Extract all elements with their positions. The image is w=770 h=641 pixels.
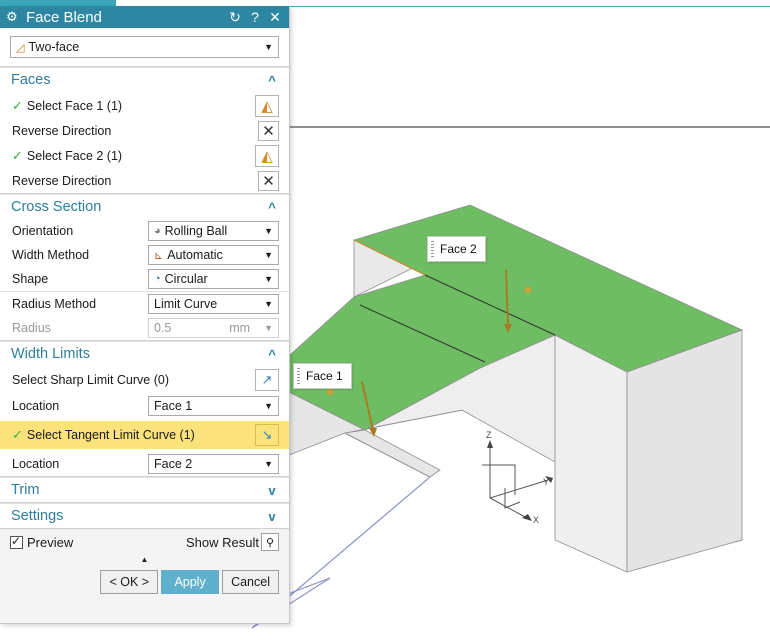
- chevron-down-icon: v: [268, 508, 276, 524]
- right-front-wall: [554, 334, 628, 573]
- face-2-label: Face 2: [427, 236, 486, 262]
- radius-method-dropdown[interactable]: Limit Curve ▼: [148, 294, 279, 314]
- wcs-triad: [482, 443, 549, 519]
- face-2-point: [525, 287, 531, 293]
- face-select-icon[interactable]: ◭: [255, 94, 279, 117]
- preview-checkbox[interactable]: [10, 534, 23, 549]
- cancel-button[interactable]: Cancel: [222, 570, 279, 594]
- automatic-icon: ⊾: [154, 249, 164, 262]
- reverse-direction-icon[interactable]: ✕: [258, 121, 279, 141]
- faces-section: Faces ^ ✓ Select Face 1 (1) ◭ Reverse Di…: [0, 67, 289, 194]
- width-limits-section: Width Limits ^ Select Sharp Limit Curve …: [0, 341, 289, 477]
- chevron-down-icon: ▼: [264, 42, 273, 52]
- check-icon: ✓: [12, 147, 23, 163]
- location-1-dropdown[interactable]: Face 1 ▼: [148, 396, 279, 416]
- dialog-buttons: < OK > Apply Cancel: [0, 565, 289, 599]
- chevron-up-icon: ^: [268, 346, 276, 362]
- face-1-point: [327, 389, 333, 395]
- face-select-icon[interactable]: ◭: [255, 144, 279, 167]
- width-method-row: Width Method ⊾ Automatic ▼: [0, 243, 289, 267]
- radius-row: Radius 0.5 mm ▼: [0, 316, 289, 340]
- orientation-row: Orientation ◕ Rolling Ball ▼: [0, 219, 289, 243]
- orientation-dropdown[interactable]: ◕ Rolling Ball ▼: [148, 221, 279, 241]
- curve-select-icon[interactable]: ↘: [255, 424, 279, 446]
- width-limits-header[interactable]: Width Limits ^: [0, 341, 289, 366]
- cross-section-section: Cross Section ^ Orientation ◕ Rolling Ba…: [0, 194, 289, 341]
- collapse-triangle-icon[interactable]: ▲: [0, 555, 289, 565]
- preview-row: Preview Show Result ⚲: [0, 529, 289, 555]
- apply-button[interactable]: Apply: [161, 570, 220, 594]
- check-icon: ✓: [12, 427, 23, 442]
- faces-header[interactable]: Faces ^: [0, 67, 289, 92]
- dialog-title: Face Blend: [26, 8, 102, 26]
- curve-select-icon[interactable]: ↗: [255, 369, 279, 391]
- axis-x-label: X: [533, 515, 539, 525]
- show-result-label: Show Result: [186, 534, 259, 550]
- chevron-up-icon: ^: [268, 199, 276, 215]
- cross-section-header[interactable]: Cross Section ^: [0, 194, 289, 219]
- chevron-down-icon: ▼: [264, 250, 273, 260]
- type-dropdown[interactable]: ◿ Two-face ▼: [10, 36, 279, 58]
- help-icon[interactable]: ?: [247, 9, 263, 25]
- ok-button[interactable]: < OK >: [100, 570, 159, 594]
- sharp-limit-row[interactable]: Select Sharp Limit Curve (0) ↗: [0, 366, 289, 394]
- location-2-row: Location Face 2 ▼: [0, 452, 289, 476]
- chevron-down-icon: ▼: [264, 299, 273, 309]
- radius-method-row: Radius Method Limit Curve ▼: [0, 291, 289, 316]
- select-face-1-row[interactable]: ✓ Select Face 1 (1) ◭: [0, 92, 289, 119]
- chevron-down-icon: v: [268, 482, 276, 498]
- chevron-up-icon: ^: [268, 72, 276, 88]
- close-icon[interactable]: ✕: [267, 9, 283, 26]
- rolling-ball-icon: ◕: [154, 225, 161, 237]
- chevron-down-icon: ▼: [264, 323, 273, 333]
- width-method-dropdown[interactable]: ⊾ Automatic ▼: [148, 245, 279, 265]
- dialog-titlebar: ⚙ Face Blend ↻ ? ✕: [0, 6, 289, 28]
- preview-label: Preview: [27, 534, 74, 550]
- axis-z-label: Z: [486, 430, 492, 440]
- circular-icon: ◔: [154, 273, 161, 285]
- reverse-direction-2-row: Reverse Direction ✕: [0, 168, 289, 193]
- face-blend-dialog: ⚙ Face Blend ↻ ? ✕ ◿ Two-face ▼ Faces ^ …: [0, 6, 290, 624]
- check-icon: ✓: [12, 97, 23, 113]
- face-1-label: Face 1: [293, 363, 352, 389]
- chevron-down-icon: ▼: [264, 401, 273, 411]
- two-face-icon: ◿: [16, 41, 25, 54]
- location-1-row: Location Face 1 ▼: [0, 394, 289, 418]
- show-result-icon[interactable]: ⚲: [261, 533, 279, 551]
- axis-y-label: Y: [543, 477, 549, 487]
- gear-icon: ⚙: [6, 9, 18, 24]
- select-face-2-row[interactable]: ✓ Select Face 2 (1) ◭: [0, 143, 289, 168]
- reverse-direction-1-row: Reverse Direction ✕: [0, 119, 289, 143]
- right-side-wall: [626, 329, 743, 573]
- trim-header[interactable]: Trim v: [0, 477, 289, 502]
- settings-header[interactable]: Settings v: [0, 503, 289, 528]
- tangent-limit-row[interactable]: ✓ Select Tangent Limit Curve (1) ↘: [0, 421, 289, 449]
- radius-input: 0.5 mm ▼: [148, 318, 279, 338]
- location-2-dropdown[interactable]: Face 2 ▼: [148, 454, 279, 474]
- reset-icon[interactable]: ↻: [227, 9, 243, 26]
- shape-dropdown[interactable]: ◔ Circular ▼: [148, 269, 279, 289]
- chevron-down-icon: ▼: [264, 226, 273, 236]
- shape-row: Shape ◔ Circular ▼: [0, 267, 289, 291]
- settings-section: Settings v: [0, 503, 289, 529]
- chevron-down-icon: ▼: [264, 459, 273, 469]
- trim-section: Trim v: [0, 477, 289, 503]
- reverse-direction-icon[interactable]: ✕: [258, 170, 279, 191]
- chevron-down-icon: ▼: [264, 274, 273, 284]
